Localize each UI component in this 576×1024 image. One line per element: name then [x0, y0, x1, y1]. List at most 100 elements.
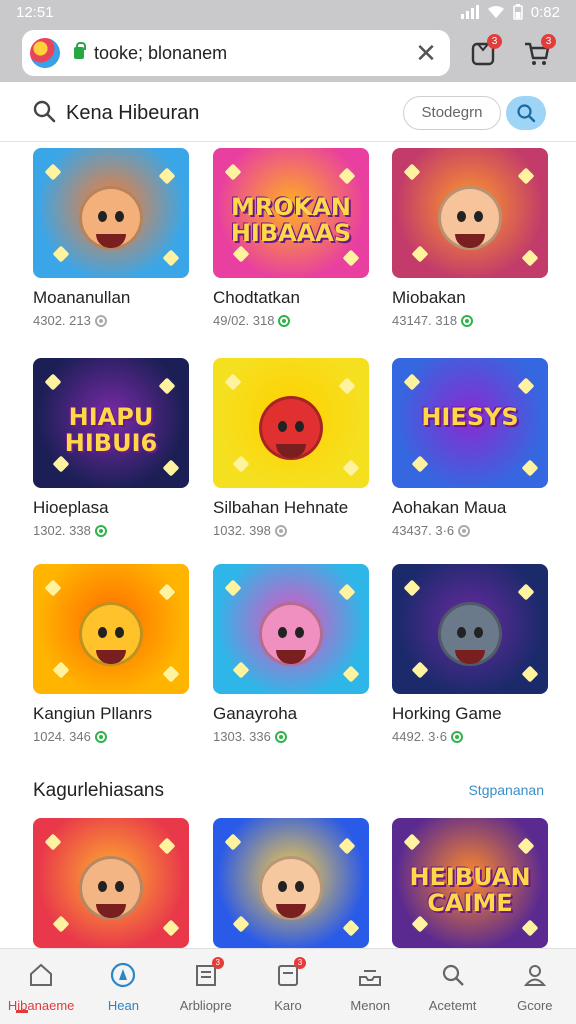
tabs-button[interactable]: 3 [468, 34, 502, 68]
thumbnail-title: HIESYS [421, 403, 519, 431]
sparkle-icon [411, 455, 429, 473]
sparkle-icon [232, 915, 250, 933]
game-title[interactable]: Chodtatkan [213, 288, 369, 308]
search-row: Kena Hibeuran Stodegrn [0, 82, 576, 142]
verified-icon [458, 524, 471, 537]
game-thumbnail[interactable] [392, 564, 548, 694]
game-card[interactable]: Kangiun Pllanrs 1024. 346 [33, 564, 189, 744]
sparkle-icon [224, 163, 242, 181]
game-stats: 1302. 338 [33, 523, 91, 538]
sparkle-icon [224, 579, 242, 597]
url-text[interactable]: tooke; blonanem [94, 43, 227, 64]
nav-item-7[interactable]: Gcore [494, 949, 576, 1024]
game-thumbnail[interactable]: HEIBUAN CAIME [392, 818, 548, 948]
game-thumbnail[interactable]: HIESYS [392, 358, 548, 488]
game-thumbnail[interactable] [33, 818, 189, 948]
nav-item-3[interactable]: 3 Arbliopre [165, 949, 247, 1024]
close-icon[interactable]: ✕ [412, 39, 440, 67]
game-card[interactable]: Silbahan Hehnate 1032. 398 [213, 358, 369, 538]
inbox-icon [359, 970, 382, 986]
game-thumbnail[interactable] [213, 358, 369, 488]
game-stats: 49/02. 318 [213, 313, 275, 328]
sparkle-icon [338, 167, 356, 185]
sparkle-icon [52, 915, 70, 933]
game-title[interactable]: Moananullan [33, 288, 189, 308]
wifi-icon [487, 5, 504, 18]
game-card[interactable] [33, 818, 189, 948]
game-thumbnail[interactable]: HIAPU HIBUI6 [33, 358, 189, 488]
nav-label: Gcore [517, 998, 553, 1013]
sparkle-icon [162, 919, 180, 937]
status-battery: 0:82 [530, 3, 560, 21]
sparkle-icon [342, 459, 360, 477]
game-thumbnail[interactable] [33, 564, 189, 694]
home-icon [30, 963, 53, 986]
see-all-link[interactable]: Stgpananan [468, 782, 544, 798]
game-thumbnail[interactable] [213, 818, 369, 948]
game-title[interactable]: Hioeplasa [33, 498, 189, 518]
game-title[interactable]: Miobakan [392, 288, 548, 308]
game-thumbnail[interactable] [33, 148, 189, 278]
sparkle-icon [342, 249, 360, 267]
game-meta: 1024. 346 [33, 729, 189, 744]
url-bar[interactable]: tooke; blonanem ✕ [22, 30, 450, 76]
verified-icon [450, 730, 463, 743]
nav-item-4[interactable]: 3 Karo [247, 949, 329, 1024]
profile-icon [523, 965, 546, 986]
game-title[interactable]: Horking Game [392, 704, 548, 724]
game-card[interactable]: HIAPU HIBUI6 Hioeplasa 1302. 338 [33, 358, 189, 538]
sparkle-icon [232, 245, 250, 263]
game-card[interactable]: Moananullan 4302. 213 [33, 148, 189, 328]
nav-item-2[interactable]: Hean [82, 949, 164, 1024]
signal-icon [460, 5, 479, 19]
search-button[interactable] [506, 96, 546, 130]
sparkle-icon [521, 919, 539, 937]
sparkle-icon [521, 459, 539, 477]
sparkle-icon [232, 455, 250, 473]
game-thumbnail[interactable]: MROKAN HIBAAAS [213, 148, 369, 278]
game-title[interactable]: Aohakan Maua [392, 498, 548, 518]
sparkle-icon [338, 583, 356, 601]
game-card[interactable] [213, 818, 369, 948]
active-tab-indicator [16, 1010, 28, 1013]
bottom-nav: Hibanaeme Hean 3 Arbliopre 3 Karo Menon Acetemt… [0, 948, 576, 1024]
game-card[interactable]: MROKAN HIBAAAS Chodtatkan 49/02. 318 [213, 148, 369, 328]
nav-badge: 3 [293, 957, 306, 969]
game-title[interactable]: Ganayroha [213, 704, 369, 724]
search-input[interactable]: Kena Hibeuran [66, 102, 199, 125]
nav-label: Hean [107, 998, 139, 1013]
search-icon [517, 104, 536, 123]
sparkle-icon [44, 579, 62, 597]
verified-icon [461, 314, 474, 327]
sparkle-icon [338, 377, 356, 395]
game-thumbnail[interactable] [213, 564, 369, 694]
sparkle-icon [403, 373, 421, 391]
sparkle-icon [403, 833, 421, 851]
game-meta: 1303. 336 [213, 729, 369, 744]
sparkle-icon [158, 837, 176, 855]
sparkle-icon [517, 167, 535, 185]
game-card[interactable]: HIESYS Aohakan Maua 43437. 3·6 [392, 358, 548, 538]
game-stats: 1024. 346 [33, 729, 91, 744]
game-thumbnail[interactable] [392, 148, 548, 278]
nav-item-6[interactable]: Acetemt [411, 949, 493, 1024]
lock-icon [74, 42, 86, 59]
nav-badge: 3 [211, 957, 224, 969]
game-meta: 43437. 3·6 [392, 523, 548, 538]
game-title[interactable]: Silbahan Hehnate [213, 498, 369, 518]
game-title[interactable]: Kangiun Pllanrs [33, 704, 189, 724]
site-logo-icon [30, 38, 60, 68]
verified-icon [94, 314, 107, 327]
sparkle-icon [517, 837, 535, 855]
verified-icon [94, 730, 107, 743]
nav-item-1[interactable]: Hibanaeme [0, 949, 82, 1024]
cart-button[interactable]: 3 [522, 34, 556, 68]
filter-chip[interactable]: Stodegrn [403, 96, 501, 130]
game-card[interactable]: Miobakan 43147. 318 [392, 148, 548, 328]
sparkle-icon [52, 455, 70, 473]
game-card[interactable]: HEIBUAN CAIME [392, 818, 548, 948]
nav-item-5[interactable]: Menon [329, 949, 411, 1024]
game-card[interactable]: Ganayroha 1303. 336 [213, 564, 369, 744]
sparkle-icon [521, 249, 539, 267]
game-card[interactable]: Horking Game 4492. 3·6 [392, 564, 548, 744]
